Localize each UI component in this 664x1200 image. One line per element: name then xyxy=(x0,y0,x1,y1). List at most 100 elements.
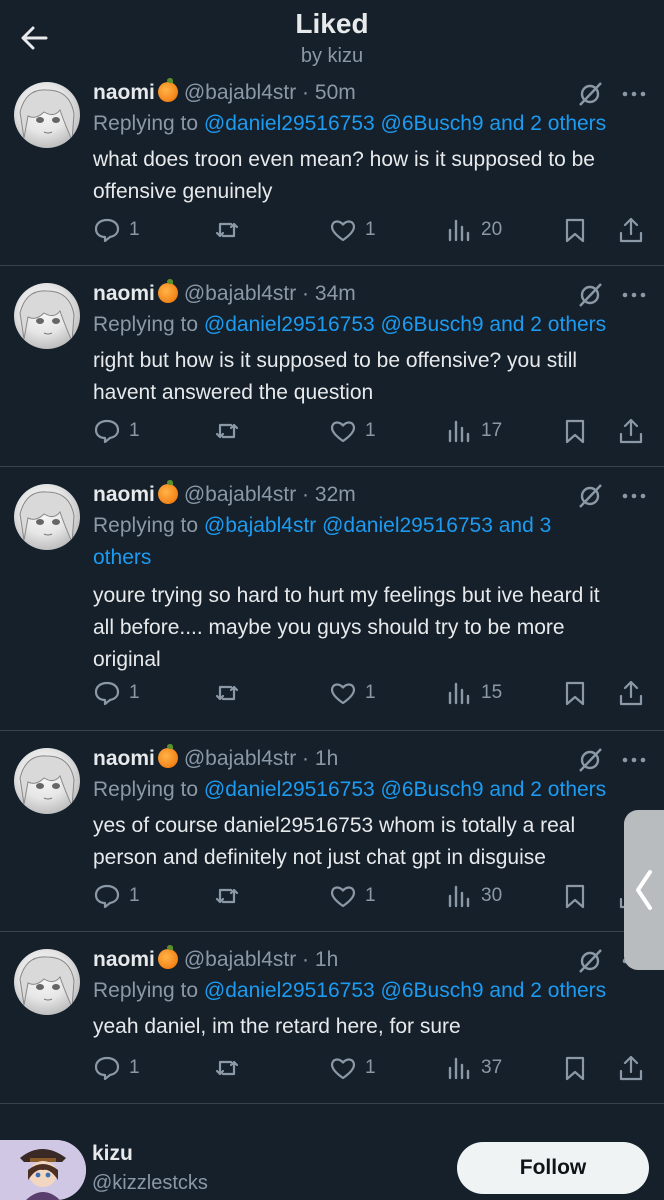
grok-icon[interactable] xyxy=(576,482,604,510)
like-icon xyxy=(331,886,355,908)
reply-button[interactable]: 1 xyxy=(93,212,140,248)
like-icon xyxy=(331,1058,355,1080)
views-icon xyxy=(448,682,470,705)
retweet-button[interactable] xyxy=(213,1050,241,1086)
orange-emoji-icon xyxy=(157,78,178,102)
avatar[interactable] xyxy=(14,82,80,148)
tweet[interactable]: naomi @bajabl4str · 1h Replying to @danie… xyxy=(0,730,664,932)
tweet[interactable]: naomi @bajabl4str · 1h Replying to @danie… xyxy=(0,931,664,1104)
grok-icon[interactable] xyxy=(576,746,604,774)
profile-footer: kizu @kizzlestcks Follow xyxy=(0,1130,664,1200)
more-icon[interactable] xyxy=(620,482,648,510)
bookmark-button[interactable] xyxy=(561,413,589,449)
avatar[interactable] xyxy=(14,748,80,814)
retweet-button[interactable] xyxy=(213,675,241,711)
tweet-text: yeah daniel, im the retard here, for sur… xyxy=(93,1015,461,1038)
top-bar: Liked by kizu xyxy=(0,0,664,72)
views-button[interactable]: 37 xyxy=(445,1050,502,1086)
follow-button[interactable]: Follow xyxy=(457,1142,649,1194)
reply-icon xyxy=(94,419,120,444)
author-name[interactable]: naomi xyxy=(93,282,155,305)
author-handle[interactable]: @bajabl4str xyxy=(184,747,296,770)
tweet[interactable]: naomi @bajabl4str · 32m Replying to @baja… xyxy=(0,466,664,731)
like-icon xyxy=(331,421,355,443)
replying-to: Replying to @bajabl4str @daniel29516753 … xyxy=(93,514,552,569)
views-button[interactable]: 15 xyxy=(445,675,502,711)
timestamp[interactable]: 1h xyxy=(315,747,338,770)
retweet-button[interactable] xyxy=(213,212,241,248)
orange-emoji-icon xyxy=(157,279,178,303)
avatar[interactable] xyxy=(14,484,80,550)
bookmark-button[interactable] xyxy=(561,1050,589,1086)
like-button[interactable]: 1 xyxy=(329,413,376,449)
reply-button[interactable]: 1 xyxy=(93,675,140,711)
profile-handle[interactable]: @kizzlestcks xyxy=(92,1172,208,1195)
bookmark-button[interactable] xyxy=(561,212,589,248)
reply-button[interactable]: 1 xyxy=(93,413,140,449)
profile-name[interactable]: kizu xyxy=(92,1142,133,1166)
reply-button[interactable]: 1 xyxy=(93,878,140,914)
more-icon[interactable] xyxy=(620,281,648,309)
share-button[interactable] xyxy=(617,1050,645,1086)
timestamp[interactable]: 32m xyxy=(315,483,356,506)
grok-icon[interactable] xyxy=(576,80,604,108)
author-name[interactable]: naomi xyxy=(93,747,155,770)
like-icon xyxy=(331,220,355,242)
more-icon[interactable] xyxy=(620,80,648,108)
mention-link[interactable]: others xyxy=(93,546,151,569)
timestamp[interactable]: 1h xyxy=(315,948,338,971)
reply-button[interactable]: 1 xyxy=(93,1050,140,1086)
author-name[interactable]: naomi xyxy=(93,483,155,506)
retweet-button[interactable] xyxy=(213,878,241,914)
like-button[interactable]: 1 xyxy=(329,1050,376,1086)
retweet-button[interactable] xyxy=(213,413,241,449)
chevron-left-icon xyxy=(636,870,652,910)
author-name[interactable]: naomi xyxy=(93,81,155,104)
avatar[interactable] xyxy=(14,283,80,349)
author-handle[interactable]: @bajabl4str xyxy=(184,282,296,305)
retweet-icon xyxy=(215,1060,239,1076)
orange-emoji-icon xyxy=(157,744,178,768)
bookmark-button[interactable] xyxy=(561,675,589,711)
action-bar: 1 1 17 xyxy=(93,413,653,449)
share-button[interactable] xyxy=(617,413,645,449)
share-button[interactable] xyxy=(617,675,645,711)
like-button[interactable]: 1 xyxy=(329,675,376,711)
bookmark-icon xyxy=(565,884,585,909)
mention-link[interactable]: @daniel29516753 @6Busch9 and 2 others xyxy=(204,112,606,135)
mention-link[interactable]: @daniel29516753 @6Busch9 and 2 others xyxy=(204,313,606,336)
grok-icon[interactable] xyxy=(576,281,604,309)
retweet-icon xyxy=(215,888,239,904)
author-name[interactable]: naomi xyxy=(93,948,155,971)
like-button[interactable]: 1 xyxy=(329,212,376,248)
like-button[interactable]: 1 xyxy=(329,878,376,914)
tweet[interactable]: naomi @bajabl4str · 50m Replying to @dani… xyxy=(0,72,664,266)
tweet[interactable]: naomi @bajabl4str · 34m Replying to @dani… xyxy=(0,265,664,467)
mention-link[interactable]: @daniel29516753 @6Busch9 and 2 others xyxy=(204,778,606,801)
views-button[interactable]: 20 xyxy=(445,212,502,248)
reply-icon xyxy=(94,884,120,909)
mention-link[interactable]: @daniel29516753 @6Busch9 and 2 others xyxy=(204,979,606,1002)
mention-link[interactable]: @bajabl4str @daniel29516753 and 3 xyxy=(204,514,551,537)
side-panel-handle[interactable] xyxy=(624,810,664,970)
bookmark-button[interactable] xyxy=(561,878,589,914)
views-icon xyxy=(448,1057,470,1080)
views-button[interactable]: 30 xyxy=(445,878,502,914)
orange-emoji-icon xyxy=(157,945,178,969)
timestamp[interactable]: 34m xyxy=(315,282,356,305)
share-button[interactable] xyxy=(617,212,645,248)
more-icon[interactable] xyxy=(620,746,648,774)
author-handle[interactable]: @bajabl4str xyxy=(184,81,296,104)
timestamp[interactable]: 50m xyxy=(315,81,356,104)
views-button[interactable]: 17 xyxy=(445,413,502,449)
replying-to: Replying to @daniel29516753 @6Busch9 and… xyxy=(93,112,607,135)
author-handle[interactable]: @bajabl4str xyxy=(184,483,296,506)
grok-icon[interactable] xyxy=(576,947,604,975)
share-icon xyxy=(619,418,643,444)
share-icon xyxy=(619,217,643,243)
share-icon xyxy=(619,1055,643,1081)
author-handle[interactable]: @bajabl4str xyxy=(184,948,296,971)
avatar[interactable] xyxy=(0,1140,86,1200)
bookmark-icon xyxy=(565,681,585,706)
avatar[interactable] xyxy=(14,949,80,1015)
